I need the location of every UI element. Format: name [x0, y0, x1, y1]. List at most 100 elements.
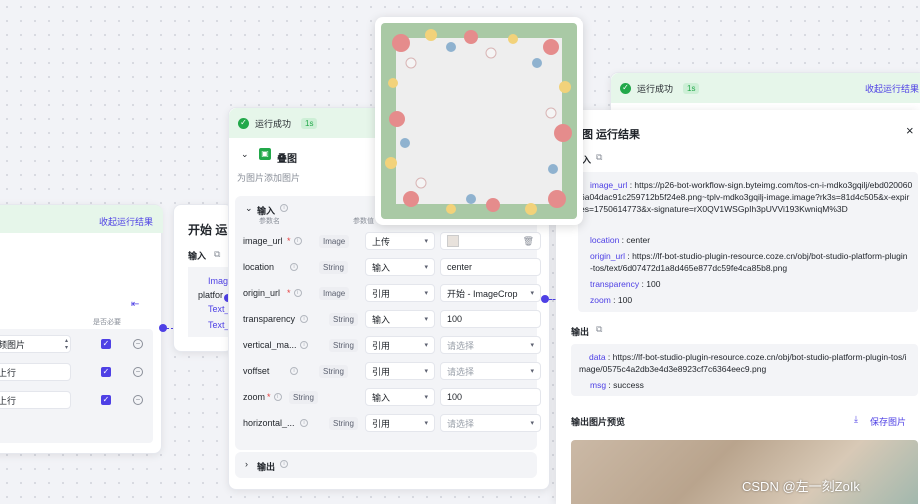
start-field-image: Imag	[208, 276, 229, 286]
info-icon: i	[273, 393, 282, 401]
left-row-input-3[interactable]: 上行	[0, 391, 71, 409]
param-row-image-url: image_url * i Image 上传 ▾ 🗑	[243, 231, 541, 251]
chevron-down-icon: ▾	[424, 368, 428, 375]
start-node-card[interactable]: 开始 运 输入 ⧉ Imag platfor Text_ Text_	[173, 204, 234, 352]
input-info-icon: i	[280, 204, 288, 212]
output-section-label: 输出	[257, 462, 276, 472]
param-mode-select[interactable]: 上传 ▾	[365, 232, 435, 250]
result-data: data : https://lf-bot-studio-plugin-reso…	[579, 352, 907, 374]
info-icon: i	[290, 263, 298, 271]
param-row-zoom: zoom * i String 输入 ▾ 100	[243, 387, 541, 407]
copy-output-icon[interactable]: ⧉	[596, 324, 602, 335]
chevron-down-icon: ▾	[424, 342, 428, 349]
collapse-chevron-icon[interactable]: ⌄	[241, 149, 249, 160]
required-column-label: 是否必要	[93, 319, 121, 326]
remove-row-icon-1[interactable]: −	[133, 339, 143, 349]
param-value-input[interactable]: 100	[440, 388, 541, 406]
param-row-location: location i String 输入 ▾ center	[243, 257, 541, 277]
chevron-down-icon: ▾	[424, 394, 428, 401]
left-node-card: 收起运行结果 ⇤ 是否必要 频图片 ▴ ▾ 上行 上行 ✓ ✓ ✓ − − −	[0, 204, 163, 454]
param-mode-select[interactable]: 输入 ▾	[365, 258, 435, 276]
right-status-bar: ✓ 运行成功 1s 收起运行结果	[611, 73, 920, 103]
trash-icon[interactable]: 🗑	[523, 236, 534, 247]
param-mode-select[interactable]: 引用 ▾	[365, 362, 435, 380]
param-ref-select[interactable]: 请选择 ▾	[440, 362, 541, 380]
param-value-header: 参数值	[353, 218, 374, 225]
param-mode-select[interactable]: 引用 ▾	[365, 284, 435, 302]
success-check-icon: ✓	[620, 82, 631, 94]
remove-row-icon-2[interactable]: −	[133, 367, 143, 377]
input-section-chevron-icon[interactable]: ⌄	[245, 203, 253, 214]
chevron-down-icon: ▾	[424, 316, 428, 323]
param-mode-select[interactable]: 输入 ▾	[365, 310, 435, 328]
remove-row-icon-3[interactable]: −	[133, 395, 143, 405]
image-thumbnail	[447, 235, 459, 247]
info-icon: i	[290, 367, 298, 375]
right-time-badge: 1s	[683, 82, 700, 94]
chevron-down-icon: ▾	[530, 290, 534, 297]
result-input-label: 入	[582, 155, 592, 165]
param-row-transparency: transparency i String 输入 ▾ 100	[243, 309, 541, 329]
copy-input-icon[interactable]: ⧉	[596, 152, 602, 163]
chevron-down-icon: ▾	[530, 342, 534, 349]
chevron-down-icon: ▾	[424, 264, 428, 271]
param-value-input[interactable]: center	[440, 258, 541, 276]
start-field-text-1: Text_	[208, 304, 230, 314]
image-upload-field[interactable]: 🗑	[440, 232, 541, 250]
result-panel: 图 运行结果 × 入 ⧉ image_url : https://p26-bot…	[556, 110, 920, 504]
start-field-platform: platfor	[198, 290, 224, 300]
left-row-input-2[interactable]: 上行	[0, 363, 71, 381]
param-mode-select[interactable]: 引用 ▾	[365, 336, 435, 354]
preview-label: 输出图片预览	[571, 417, 626, 427]
copy-icon[interactable]: ⧉	[214, 249, 220, 260]
result-image-url: image_url : https://p26-bot-workflow-sig…	[580, 180, 913, 214]
overlay-node-output-port[interactable]	[541, 295, 549, 303]
param-type-badge: String	[329, 338, 358, 352]
param-name-header: 参数名	[259, 218, 280, 225]
result-output-label: 输出	[571, 327, 590, 337]
chevron-down-icon: ▾	[424, 290, 428, 297]
left-collapse-results-link[interactable]: 收起运行结果	[99, 215, 153, 228]
param-type-badge: Image	[319, 234, 350, 248]
left-row-input-1[interactable]: 频图片 ▴ ▾	[0, 335, 71, 353]
param-row-origin-url: origin_url * i Image 引用 ▾ 开始 - ImageCrop ▾	[243, 283, 541, 303]
overlay-time-badge: 1s	[301, 117, 318, 129]
start-field-text-2: Text_	[208, 320, 230, 330]
result-msg: msg : success	[590, 380, 644, 390]
result-location: location : center	[590, 235, 651, 245]
left-rows-panel: 频图片 ▴ ▾ 上行 上行 ✓ ✓ ✓ − − −	[0, 329, 153, 443]
overlay-node-title: 叠图	[277, 154, 297, 165]
param-type-badge: String	[329, 312, 358, 326]
required-checkbox-1[interactable]: ✓	[101, 339, 111, 349]
param-ref-select[interactable]: 开始 - ImageCrop ▾	[440, 284, 541, 302]
param-mode-select[interactable]: 输入 ▾	[365, 388, 435, 406]
param-ref-select[interactable]: 请选择 ▾	[440, 414, 541, 432]
result-transparency: transparency : 100	[590, 279, 661, 289]
watermark-text: CSDN @左一刻ZoIk	[742, 479, 860, 494]
output-section[interactable]: › 输出 i	[235, 452, 537, 478]
start-node-title: 开始 运	[188, 223, 228, 237]
param-row-voffset: voffset i String 引用 ▾ 请选择 ▾	[243, 361, 541, 381]
param-value-input[interactable]: 100	[440, 310, 541, 328]
expand-chevron-icon: ›	[245, 459, 248, 469]
chevron-down-icon: ▾	[424, 420, 428, 427]
info-icon: i	[300, 315, 308, 323]
param-mode-select[interactable]: 引用 ▾	[365, 414, 435, 432]
param-type-badge: String	[329, 416, 358, 430]
result-origin-url: origin_url : https://lf-bot-studio-plugi…	[590, 251, 908, 273]
save-image-button[interactable]: 保存图片	[870, 415, 906, 428]
close-icon[interactable]: ×	[906, 123, 914, 138]
overlay-node-desc: 为图片添加图片	[237, 173, 301, 183]
download-icon[interactable]: ⤓	[854, 414, 858, 425]
info-icon: i	[293, 237, 302, 245]
chevron-down-icon: ▾	[424, 238, 428, 245]
exit-icon[interactable]: ⇤	[131, 299, 139, 310]
param-ref-select[interactable]: 请选择 ▾	[440, 336, 541, 354]
info-icon: i	[293, 289, 302, 297]
result-panel-title: 图 运行结果	[582, 129, 641, 141]
required-checkbox-3[interactable]: ✓	[101, 395, 111, 405]
right-collapse-results-link[interactable]: 收起运行结果	[865, 82, 919, 95]
required-checkbox-2[interactable]: ✓	[101, 367, 111, 377]
right-status-text: 运行成功	[637, 83, 674, 94]
result-zoom: zoom : 100	[590, 295, 633, 305]
